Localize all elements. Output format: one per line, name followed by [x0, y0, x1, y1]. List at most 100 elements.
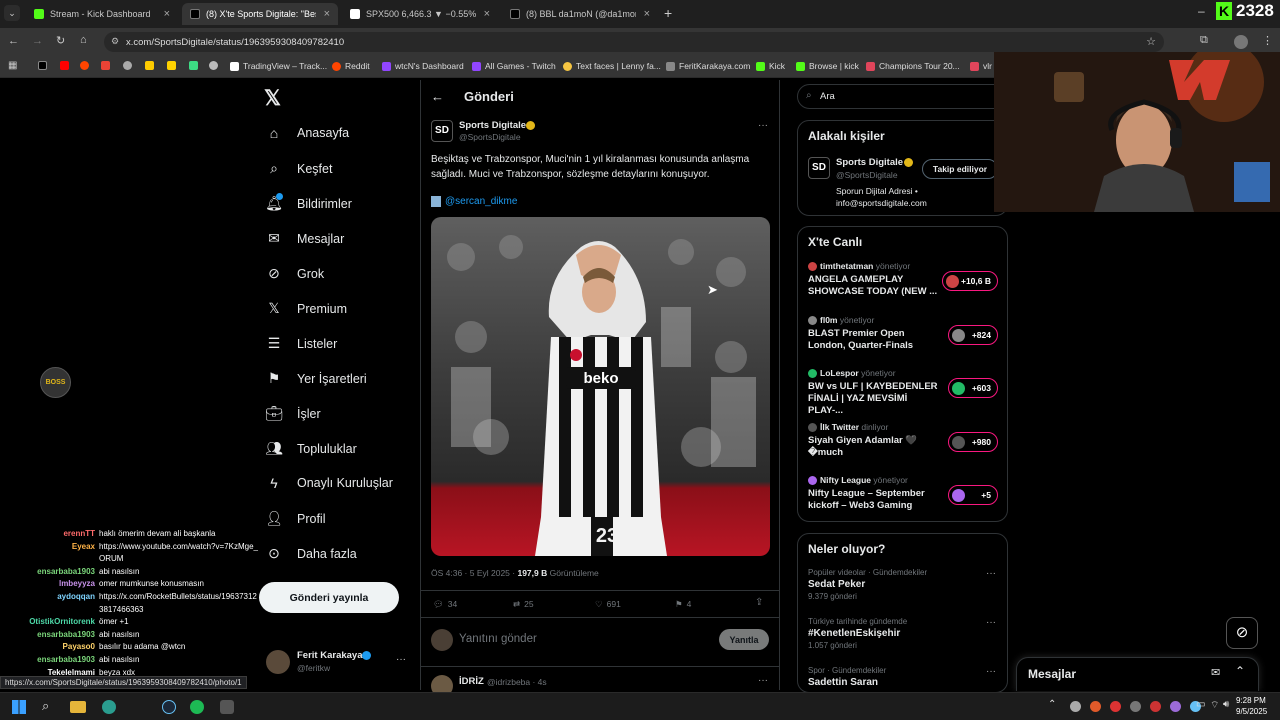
live-item[interactable]: timthetatman yönetiyor ANGELA GAMEPLAY SH…: [808, 261, 998, 309]
tray-app-icon[interactable]: [1150, 701, 1161, 712]
bookmark-browse-kick[interactable]: Browse | kick: [796, 61, 859, 71]
bookmark-reddit[interactable]: Reddit: [332, 61, 370, 71]
bookmark-android-icon[interactable]: [189, 61, 198, 70]
reply-action[interactable]: 💬︎ 34: [433, 599, 457, 610]
profile-avatar[interactable]: [1234, 35, 1248, 49]
tab-x-profile[interactable]: (8) BBL da1moN (@da1monn) ×: [502, 3, 658, 25]
close-tab-icon[interactable]: ×: [164, 8, 170, 20]
nav-premium[interactable]: 𝕏 Premium: [265, 300, 347, 317]
share-icon[interactable]: ⇪: [755, 597, 763, 608]
live-listener-pill[interactable]: +980: [948, 431, 998, 452]
next-reply[interactable]: İDRİZ @idrizbeba · 4s ···: [421, 666, 779, 697]
nav-jobs[interactable]: 💼︎ İşler: [265, 405, 321, 422]
search-icon[interactable]: ⌕: [42, 698, 49, 714]
bookmark-globe-icon[interactable]: [209, 61, 218, 70]
trend-item[interactable]: Spor · Gündemdekiler Sadettin Saran ···: [808, 666, 998, 692]
account-more-icon[interactable]: ···: [396, 654, 406, 665]
live-item[interactable]: fl0m yönetiyor BLAST Premier Open London,…: [808, 315, 998, 363]
nav-communities[interactable]: 👥︎ Topluluklar: [265, 440, 357, 457]
tray-chevron-icon[interactable]: ⌃: [1048, 699, 1056, 710]
back-arrow-icon[interactable]: ←: [431, 89, 444, 104]
tray-app-icon[interactable]: [1110, 701, 1121, 712]
bookmark-twitch-games[interactable]: All Games - Twitch: [472, 61, 556, 71]
account-switcher[interactable]: Ferit Karakaya @feritkw ···: [266, 648, 410, 678]
messages-drawer[interactable]: Mesajlar ✉ ⌃: [1016, 657, 1259, 691]
tray-app-icon[interactable]: [1090, 701, 1101, 712]
close-tab-icon[interactable]: ×: [644, 8, 650, 20]
bookmark-tradingview[interactable]: TradingView – Track...: [230, 61, 327, 71]
like-action[interactable]: ♡ 691: [595, 599, 621, 610]
bookmark-action[interactable]: ⚑ 4: [675, 599, 691, 610]
live-listener-pill[interactable]: +5: [948, 485, 998, 505]
reply-button[interactable]: Yanıtla: [719, 629, 769, 650]
close-tab-icon[interactable]: ×: [484, 8, 490, 20]
bookmark-champions-tour[interactable]: Champions Tour 20...: [866, 61, 960, 71]
bookmark-wtcn-dashboard[interactable]: wtcN's Dashboard: [382, 61, 464, 71]
clock-time[interactable]: 9:28 PM: [1236, 696, 1266, 705]
tray-app-icon[interactable]: [1070, 701, 1081, 712]
tab-search-button[interactable]: ⌄: [4, 5, 20, 21]
nav-messages[interactable]: ✉ Mesajlar: [265, 230, 344, 247]
trend-more-icon[interactable]: ···: [986, 666, 996, 677]
repost-action[interactable]: ⇄ 25: [513, 599, 534, 610]
author-avatar[interactable]: SD: [431, 120, 453, 142]
nav-more[interactable]: ⊙ Daha fazla: [265, 545, 357, 562]
live-item[interactable]: LoLespor yönetiyor BW vs ULF | KAYBEDENLE…: [808, 368, 998, 416]
edge-icon[interactable]: [102, 700, 116, 714]
next-reply-more-icon[interactable]: ···: [758, 675, 768, 686]
new-message-icon[interactable]: ✉: [1211, 666, 1220, 679]
site-info-icon[interactable]: ⚙: [111, 36, 119, 47]
back-icon[interactable]: ←: [8, 35, 19, 47]
live-listener-pill[interactable]: +10,6 B: [942, 271, 998, 291]
extensions-icon[interactable]: ⧉: [1200, 34, 1208, 47]
nav-explore[interactable]: ⌕ Keşfet: [265, 160, 332, 177]
bookmark-star-icon[interactable]: ☆: [1146, 35, 1156, 48]
post-photo[interactable]: beko 23: [431, 217, 770, 556]
bookmark-x-icon[interactable]: [38, 61, 47, 70]
bookmark-yellow-icon[interactable]: [145, 61, 154, 70]
wifi-icon[interactable]: ⌔: [1210, 699, 1219, 712]
author-name[interactable]: Sports Digitale: [459, 120, 526, 131]
follow-button[interactable]: Takip ediliyor: [922, 159, 998, 179]
related-avatar[interactable]: SD: [808, 157, 830, 179]
post-more-icon[interactable]: ···: [758, 120, 768, 131]
tray-app-icon[interactable]: [1130, 701, 1141, 712]
volume-icon[interactable]: 🔊︎: [1223, 699, 1229, 710]
trend-more-icon[interactable]: ···: [986, 617, 996, 628]
reply-input[interactable]: Yanıtını gönder: [459, 633, 537, 645]
post-button[interactable]: Gönderi yayınla: [259, 582, 399, 613]
bookmark-youtube-icon[interactable]: [60, 61, 69, 70]
app-icon[interactable]: [220, 700, 234, 714]
bookmark-green-icon[interactable]: [167, 61, 176, 70]
author-handle[interactable]: @SportsDigitale: [459, 132, 521, 142]
file-explorer-icon[interactable]: [70, 701, 86, 713]
nav-bookmarks[interactable]: ⚑ Yer İşaretleri: [265, 370, 367, 387]
bookmark-lenny-faces[interactable]: Text faces | Lenny fa...: [563, 61, 661, 71]
home-icon[interactable]: ⌂: [80, 34, 87, 46]
nav-grok[interactable]: ⊘ Grok: [265, 265, 324, 282]
live-listener-pill[interactable]: +603: [948, 378, 998, 398]
search-box[interactable]: ⌕ Ara: [797, 84, 1008, 109]
spotify-icon[interactable]: [190, 700, 204, 714]
close-tab-icon[interactable]: ×: [324, 8, 330, 20]
windows-start-icon[interactable]: [12, 700, 26, 714]
steam-icon[interactable]: [162, 700, 176, 714]
tab-x-post[interactable]: (8) X'te Sports Digitale: "Beşikta ×: [182, 3, 338, 25]
forward-icon[interactable]: →: [32, 35, 43, 47]
trend-item[interactable]: Popüler videolar · Gündemdekiler Sedat Pe…: [808, 568, 998, 612]
apps-icon[interactable]: ▦: [8, 60, 17, 71]
nav-verified-orgs[interactable]: ϟ Onaylı Kuruluşlar: [265, 475, 393, 491]
bookmark-gmail-icon[interactable]: [101, 61, 110, 70]
bookmark-kick[interactable]: Kick: [756, 61, 785, 71]
reload-icon[interactable]: ↻: [56, 34, 65, 47]
live-item[interactable]: İlk Twitter dinliyor Siyah Giyen Adamlar …: [808, 422, 998, 470]
x-logo-icon[interactable]: 𝕏: [264, 86, 281, 111]
monitor-icon[interactable]: ▭: [1196, 699, 1205, 710]
tab-kick-dashboard[interactable]: Stream - Kick Dashboard ×: [26, 3, 178, 25]
nav-profile[interactable]: 👤︎ Profil: [265, 510, 325, 527]
related-name[interactable]: Sports Digitale: [836, 157, 903, 168]
menu-icon[interactable]: ⋮: [1262, 34, 1273, 47]
mention-link[interactable]: @sercan_dikme: [431, 196, 517, 207]
trend-item[interactable]: Türkiye tarihinde gündemde #KenetlenEskiş…: [808, 617, 998, 661]
bookmark-vlr[interactable]: vlr: [970, 61, 992, 71]
